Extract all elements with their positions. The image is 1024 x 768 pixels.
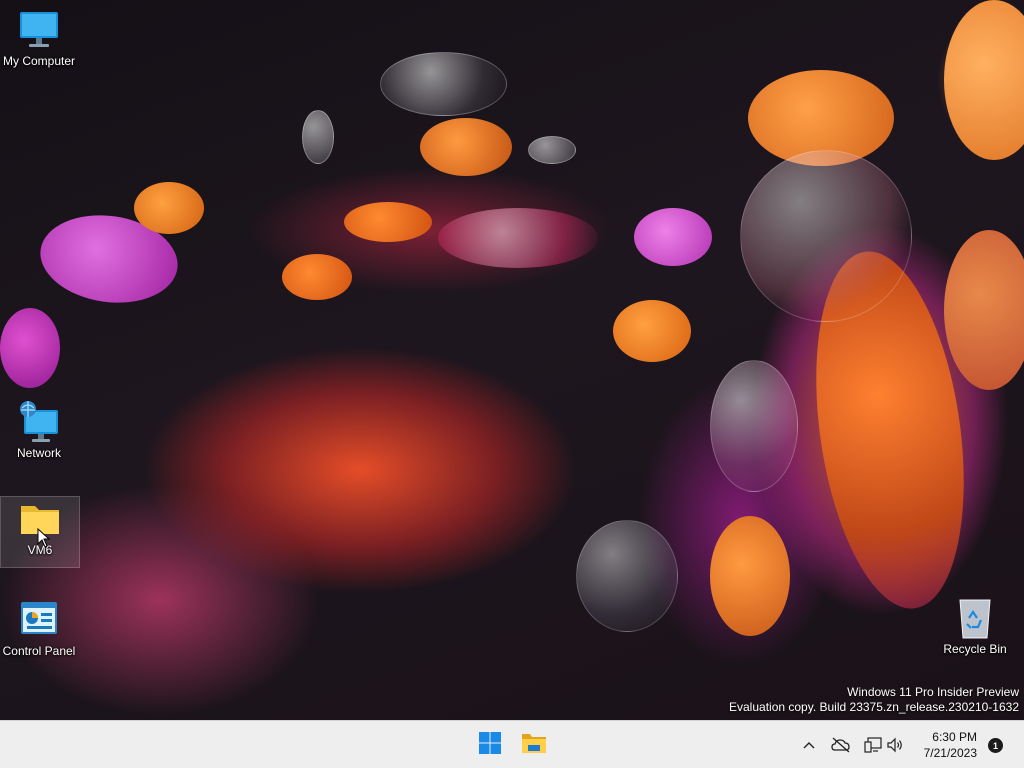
wallpaper-blob	[944, 230, 1024, 390]
desktop-icon-label: Network	[16, 446, 61, 460]
desktop: My Computer Network VM6 Control Panel Re…	[0, 0, 1024, 720]
clock-date: 7/21/2023	[923, 746, 977, 760]
wallpaper-blob	[944, 0, 1024, 160]
network-status-icon[interactable]	[862, 734, 884, 756]
onedrive-offline-icon[interactable]	[830, 734, 852, 756]
watermark-build: Evaluation copy. Build 23375.zn_release.…	[729, 700, 1019, 714]
monitor-icon	[17, 8, 61, 52]
notification-badge[interactable]: 1	[988, 738, 1003, 753]
wallpaper-blob	[438, 208, 598, 268]
desktop-icon-recycle-bin[interactable]: Recycle Bin	[936, 596, 1014, 656]
start-button[interactable]	[470, 725, 510, 765]
mouse-cursor-icon	[37, 527, 51, 553]
wallpaper-blob	[420, 118, 512, 176]
desktop-icon-label: My Computer	[2, 54, 76, 68]
wallpaper-blob	[344, 202, 432, 242]
windows-start-icon	[478, 731, 502, 760]
wallpaper-blob	[528, 136, 576, 164]
desktop-icon-my-computer[interactable]: My Computer	[0, 8, 78, 68]
evaluation-watermark: Windows 11 Pro Insider Preview Evaluatio…	[729, 685, 1019, 715]
desktop-icon-label: Recycle Bin	[943, 642, 1007, 656]
desktop-icon-control-panel[interactable]: Control Panel	[0, 598, 78, 658]
network-icon	[17, 400, 61, 444]
wallpaper-blob	[710, 360, 798, 492]
recycle-bin-icon	[953, 596, 997, 640]
wallpaper-blob	[740, 150, 912, 322]
taskbar: 6:30 PM 7/21/2023 1	[0, 720, 1024, 768]
speaker-icon[interactable]	[884, 734, 906, 756]
wallpaper-blob	[282, 254, 352, 300]
clock-time: 6:30 PM	[932, 730, 977, 744]
desktop-icon-network[interactable]: Network	[0, 400, 78, 460]
wallpaper-blob	[134, 182, 204, 234]
wallpaper-blob	[710, 516, 790, 636]
taskbar-file-explorer-button[interactable]	[514, 725, 554, 765]
wallpaper-blob	[302, 110, 334, 164]
control-panel-icon	[17, 598, 61, 642]
wallpaper-blob	[380, 52, 507, 116]
wallpaper-blob	[576, 520, 678, 632]
watermark-edition: Windows 11 Pro Insider Preview	[847, 685, 1019, 699]
taskbar-clock[interactable]: 6:30 PM 7/21/2023	[924, 729, 977, 761]
wallpaper-blob	[0, 308, 60, 388]
show-hidden-icons-chevron[interactable]	[798, 734, 820, 756]
wallpaper-blob	[634, 208, 712, 266]
wallpaper-blob	[613, 300, 691, 362]
desktop-icon-label: Control Panel	[2, 644, 76, 658]
file-explorer-icon	[521, 731, 547, 760]
